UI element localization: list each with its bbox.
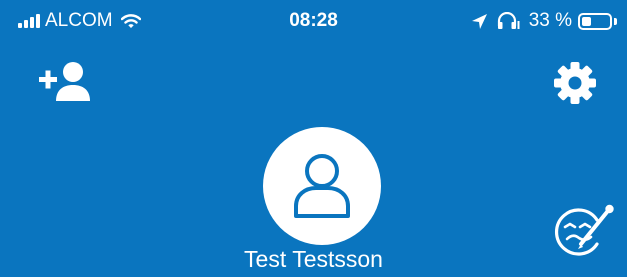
- headphones-icon: [497, 12, 520, 29]
- battery-percent: 33 %: [528, 10, 572, 31]
- status-bar-right: 33 %: [471, 10, 617, 32]
- location-arrow-icon: [471, 13, 487, 29]
- user-icon: [294, 154, 350, 218]
- gear-icon: [554, 62, 596, 104]
- status-bar: ALCOM 08:28 33 %: [0, 0, 627, 40]
- add-user-icon: [39, 62, 90, 101]
- avatar[interactable]: [263, 127, 381, 245]
- battery-level: [582, 16, 591, 26]
- battery-icon: [578, 12, 612, 30]
- add-user-button[interactable]: [36, 60, 96, 102]
- user-name: Test Testsson: [244, 246, 383, 272]
- battery-cap: [614, 17, 617, 25]
- settings-button[interactable]: [552, 60, 604, 106]
